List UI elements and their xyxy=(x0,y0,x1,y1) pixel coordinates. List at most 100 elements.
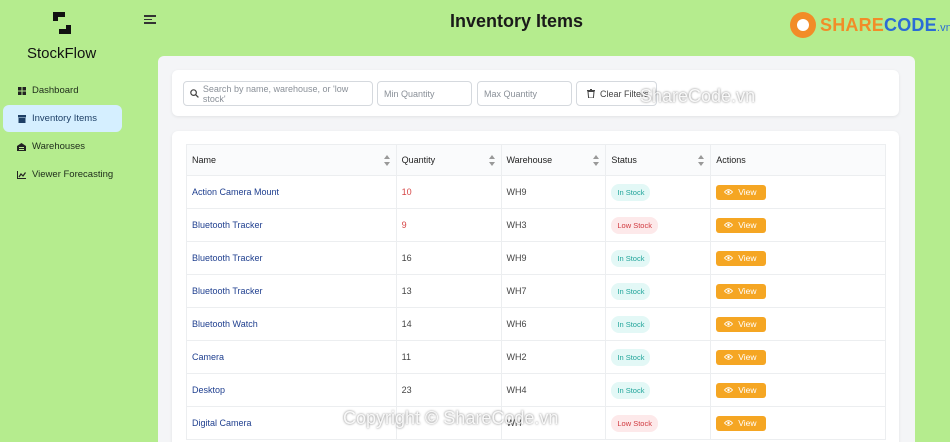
chart-icon xyxy=(17,170,26,179)
sidebar-item-label: Viewer Forecasting xyxy=(32,169,114,180)
view-button[interactable]: View xyxy=(716,316,766,332)
item-name[interactable]: Bluetooth Watch xyxy=(186,307,397,341)
eye-icon xyxy=(724,420,734,426)
eye-icon xyxy=(724,321,734,327)
eye-icon xyxy=(724,189,734,195)
view-button[interactable]: View xyxy=(716,184,766,200)
view-label: View xyxy=(738,352,757,362)
item-quantity: 16 xyxy=(395,241,502,275)
inventory-icon xyxy=(17,114,26,123)
stockflow-logo-icon xyxy=(53,12,71,34)
item-status-cell: Low Stock xyxy=(605,208,712,242)
eye-icon xyxy=(724,354,734,360)
copyright-watermark: Copyright © ShareCode.vn xyxy=(343,408,559,428)
view-label: View xyxy=(738,418,757,428)
item-quantity: 11 xyxy=(395,340,502,374)
view-button[interactable]: View xyxy=(716,250,766,266)
status-badge: In Stock xyxy=(611,348,651,366)
inventory-table-card: Name Quantity Warehouse Status Actions A… xyxy=(172,131,899,442)
view-label: View xyxy=(738,319,757,329)
sidebar-item-label: Dashboard xyxy=(32,85,79,96)
min-quantity-placeholder: Min Quantity xyxy=(384,88,435,99)
menu-toggle-icon[interactable] xyxy=(144,15,156,25)
item-actions-cell: View xyxy=(710,307,886,341)
search-placeholder: Search by name, warehouse, or 'low stock… xyxy=(202,83,349,104)
max-quantity-placeholder: Max Quantity xyxy=(484,88,538,99)
item-name[interactable]: Bluetooth Tracker xyxy=(186,241,397,275)
item-actions-cell: View xyxy=(710,340,886,374)
view-label: View xyxy=(738,220,757,230)
column-header-name[interactable]: Name xyxy=(186,144,397,176)
sort-icon xyxy=(488,155,495,166)
column-header-quantity[interactable]: Quantity xyxy=(395,144,502,176)
item-status-cell: In Stock xyxy=(605,274,712,308)
max-quantity-input[interactable]: Max Quantity xyxy=(477,81,572,106)
eye-icon xyxy=(724,387,734,393)
item-name[interactable]: Bluetooth Tracker xyxy=(186,274,397,308)
sharecode-logo-icon xyxy=(790,12,816,38)
table-body: Action Camera Mount 10 WH9 In Stock View Blue… xyxy=(186,175,886,440)
item-name[interactable]: Bluetooth Tracker xyxy=(186,208,397,242)
view-label: View xyxy=(738,253,757,263)
sidebar-item-warehouses[interactable]: Warehouses xyxy=(3,133,122,160)
table-header-row: Name Quantity Warehouse Status Actions xyxy=(186,144,886,176)
item-status-cell: In Stock xyxy=(605,340,712,374)
view-label: View xyxy=(738,187,757,197)
item-status-cell: Low Stock xyxy=(605,406,712,440)
trash-icon xyxy=(587,89,595,98)
item-name[interactable]: Desktop xyxy=(186,373,397,407)
filter-bar: Search by name, warehouse, or 'low stock… xyxy=(172,70,899,116)
status-badge: In Stock xyxy=(611,315,651,333)
eye-icon xyxy=(724,255,734,261)
column-header-warehouse[interactable]: Warehouse xyxy=(500,144,607,176)
sidebar-item-viewer-forecasting[interactable]: Viewer Forecasting xyxy=(3,161,122,188)
item-warehouse: WH7 xyxy=(500,274,607,308)
sidebar-item-label: Warehouses xyxy=(32,141,85,152)
main-content: Search by name, warehouse, or 'low stock… xyxy=(158,56,915,442)
item-name[interactable]: Camera xyxy=(186,340,397,374)
status-badge: Low Stock xyxy=(611,414,658,432)
item-name[interactable]: Action Camera Mount xyxy=(186,175,397,209)
eye-icon xyxy=(724,222,734,228)
view-label: View xyxy=(738,286,757,296)
table-row: Bluetooth Tracker 9 WH3 Low Stock View xyxy=(186,208,886,242)
page-title: Inventory Items xyxy=(450,11,584,31)
table-row: Camera 11 WH2 In Stock View xyxy=(186,340,886,374)
view-button[interactable]: View xyxy=(716,283,766,299)
min-quantity-input[interactable]: Min Quantity xyxy=(377,81,472,106)
status-badge: In Stock xyxy=(611,381,651,399)
sharecode-logo-text: SHARECODE.vn xyxy=(820,14,950,35)
item-warehouse: WH9 xyxy=(500,241,607,275)
item-actions-cell: View xyxy=(710,241,886,275)
item-status-cell: In Stock xyxy=(605,307,712,341)
sidebar-item-dashboard[interactable]: Dashboard xyxy=(3,77,122,104)
view-button[interactable]: View xyxy=(716,349,766,365)
item-actions-cell: View xyxy=(710,175,886,209)
item-status-cell: In Stock xyxy=(605,241,712,275)
table-row: Bluetooth Tracker 13 WH7 In Stock View xyxy=(186,274,886,308)
item-status-cell: In Stock xyxy=(605,373,712,407)
sort-icon xyxy=(698,155,705,166)
search-input[interactable]: Search by name, warehouse, or 'low stock… xyxy=(183,81,373,106)
item-actions-cell: View xyxy=(710,373,886,407)
view-button[interactable]: View xyxy=(716,217,766,233)
brand-name: StockFlow xyxy=(27,45,97,62)
dashboard-icon xyxy=(17,86,26,95)
sidebar-item-inventory-items[interactable]: Inventory Items xyxy=(3,105,122,132)
column-header-status[interactable]: Status xyxy=(605,144,712,176)
item-status-cell: In Stock xyxy=(605,175,712,209)
status-badge: In Stock xyxy=(611,282,651,300)
view-label: View xyxy=(738,385,757,395)
inventory-table: Name Quantity Warehouse Status Actions A… xyxy=(186,144,886,440)
sidebar-item-label: Inventory Items xyxy=(32,113,97,124)
item-warehouse: WH6 xyxy=(500,307,607,341)
table-row: Bluetooth Tracker 16 WH9 In Stock View xyxy=(186,241,886,275)
view-button[interactable]: View xyxy=(716,382,766,398)
sort-icon xyxy=(383,155,390,166)
status-badge: In Stock xyxy=(611,249,651,267)
sidebar: StockFlow Dashboard Inventory Items Ware… xyxy=(0,0,125,442)
table-row: Bluetooth Watch 14 WH6 In Stock View xyxy=(186,307,886,341)
item-warehouse: WH2 xyxy=(500,340,607,374)
item-quantity: 13 xyxy=(395,274,502,308)
view-button[interactable]: View xyxy=(716,415,766,431)
